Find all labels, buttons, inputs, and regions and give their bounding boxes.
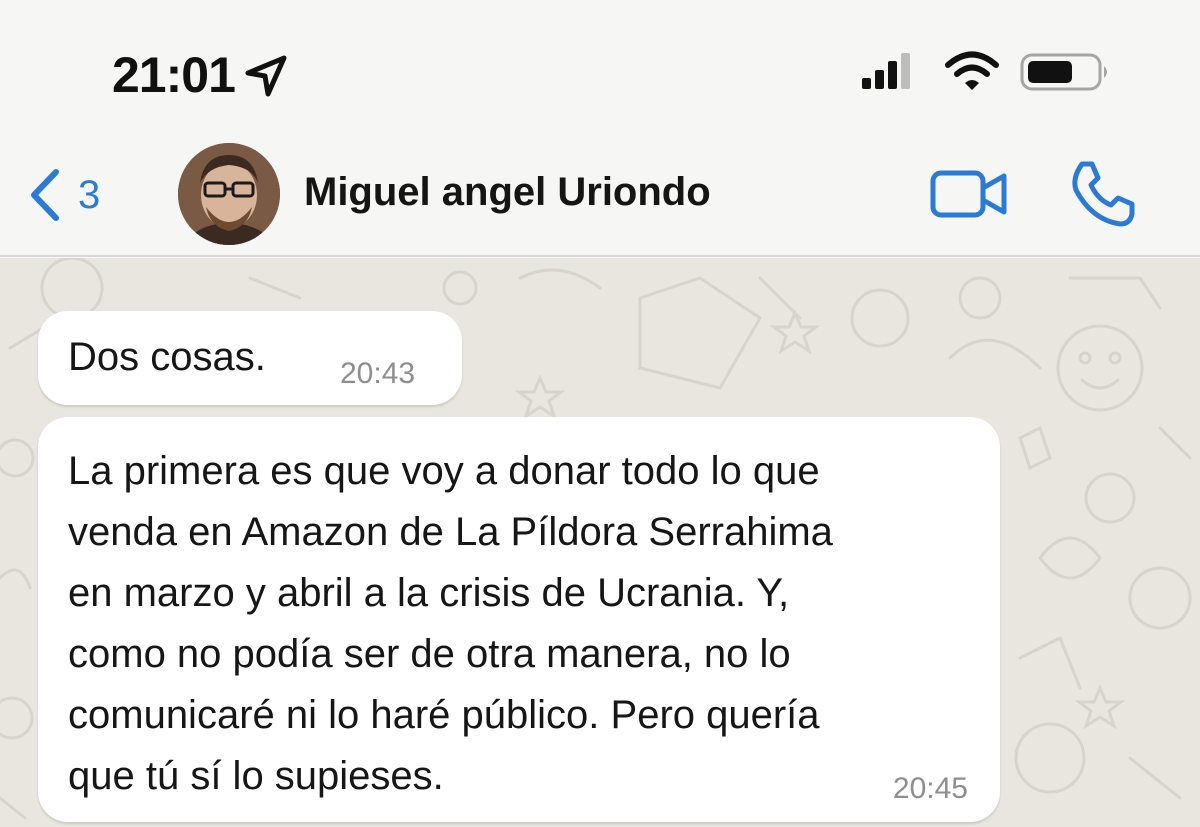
- phone-icon: [1072, 161, 1135, 227]
- message-timestamp: 20:43: [340, 357, 416, 390]
- message-timestamp: 20:45: [892, 772, 968, 805]
- back-button[interactable]: 3: [26, 164, 100, 226]
- status-bar: 21:01: [0, 0, 1200, 140]
- video-camera-icon: [930, 170, 1007, 218]
- battery-icon: [1020, 53, 1107, 91]
- message-line: comunicaré ni lo haré público. Pero quer…: [68, 693, 820, 737]
- location-arrow-icon: [245, 55, 287, 97]
- message-bubble[interactable]: La primera es que voy a donar todo lo qu…: [38, 417, 1000, 822]
- message-text: Dos cosas.: [68, 335, 266, 379]
- unread-count: 3: [78, 172, 101, 217]
- status-clock: 21:01: [112, 47, 236, 103]
- wifi-icon: [945, 51, 999, 90]
- message-line: venda en Amazon de La Píldora Serrahima: [68, 510, 833, 554]
- contact-name[interactable]: Miguel angel Uriondo: [304, 170, 711, 215]
- message-line: La primera es que voy a donar todo lo qu…: [68, 449, 820, 493]
- message-bubble[interactable]: Dos cosas. 20:43: [38, 311, 462, 405]
- message-text: La primera es que voy a donar todo lo qu…: [68, 441, 988, 807]
- chat-area[interactable]: Dos cosas. 20:43 La primera es que voy a…: [0, 258, 1200, 827]
- message-line: en marzo y abril a la crisis de Ucrania.…: [68, 571, 790, 615]
- cellular-signal-icon: [862, 53, 910, 89]
- chevron-left-icon: [31, 169, 59, 221]
- message-line: como no podía ser de otra manera, no lo: [68, 632, 791, 676]
- whatsapp-chat-screen: 21:01 3 Miguel angel Uriondo Dos cosas. …: [0, 0, 1200, 827]
- voice-call-button[interactable]: [1068, 160, 1136, 228]
- message-line: que tú sí lo supieses.: [68, 754, 444, 798]
- avatar[interactable]: [178, 143, 280, 245]
- video-call-button[interactable]: [930, 168, 1008, 220]
- chat-header: 3 Miguel angel Uriondo: [0, 140, 1200, 257]
